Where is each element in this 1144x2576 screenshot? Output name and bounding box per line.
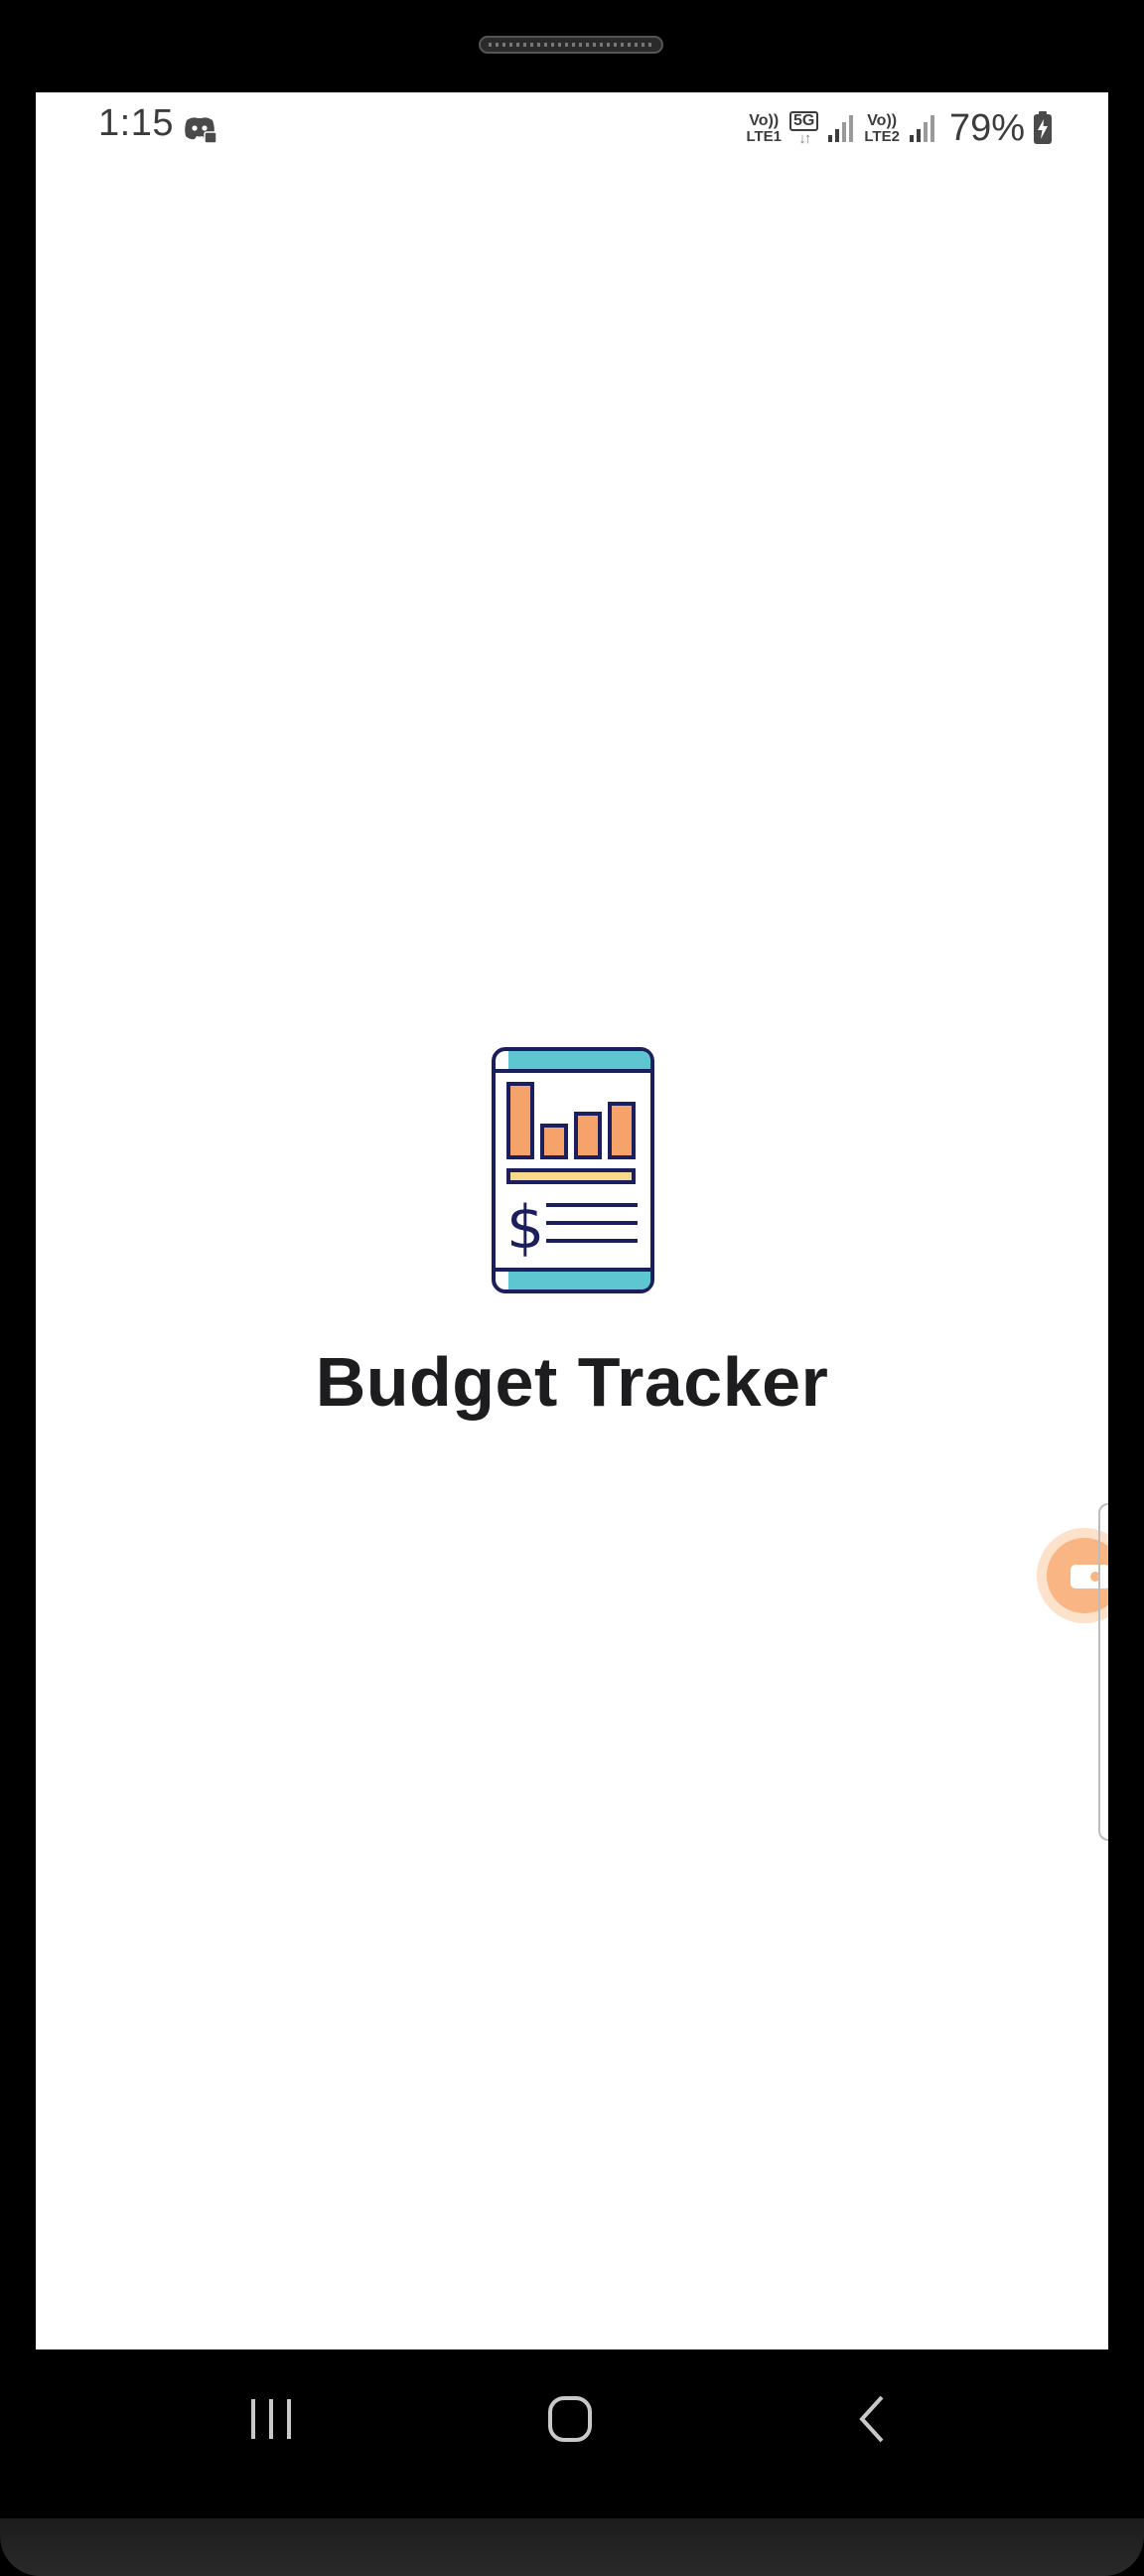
sim2-signal-icon <box>908 113 937 143</box>
status-bar: 1:15 Vo)) LTE1 5G ↓↑ Vo)) LTE2 79% <box>36 92 1108 164</box>
back-icon <box>859 2395 884 2443</box>
battery-percent: 79% <box>948 106 1025 149</box>
recents-icon <box>251 2399 291 2439</box>
navigation-bar <box>0 2349 1144 2489</box>
home-button[interactable] <box>530 2389 610 2449</box>
sim1-volte-indicator: Vo)) LTE1 <box>746 111 783 145</box>
home-icon <box>548 2396 592 2442</box>
bottom-bezel <box>0 2518 1144 2576</box>
speaker-grille <box>479 36 663 54</box>
budget-report-phone-icon: $ <box>491 1046 655 1294</box>
5g-indicator: 5G ↓↑ <box>789 110 819 147</box>
sim2-volte-indicator: Vo)) LTE2 <box>864 111 900 145</box>
edge-panel-handle[interactable] <box>1098 1503 1108 1841</box>
sim1-lte-label: LTE1 <box>746 127 783 145</box>
discord-notification-icon <box>183 114 217 144</box>
back-button[interactable] <box>832 2389 912 2449</box>
recents-button[interactable] <box>231 2389 311 2449</box>
status-icons: Vo)) LTE1 5G ↓↑ Vo)) LTE2 79% <box>746 106 1053 150</box>
network-type-label: 5G <box>789 110 819 131</box>
status-time: 1:15 <box>98 102 174 144</box>
battery-charging-icon <box>1033 111 1053 145</box>
sim1-signal-icon <box>826 113 856 143</box>
sim2-lte-label: LTE2 <box>864 127 900 145</box>
app-title: Budget Tracker <box>315 1343 829 1421</box>
svg-text:$: $ <box>506 1193 544 1263</box>
sim1-volte-label: Vo)) <box>749 111 780 129</box>
data-activity-arrows: ↓↑ <box>798 129 811 147</box>
phone-frame: 1:15 Vo)) LTE1 5G ↓↑ Vo)) LTE2 79% $ Bud… <box>0 0 1144 2576</box>
screen: 1:15 Vo)) LTE1 5G ↓↑ Vo)) LTE2 79% $ Bud… <box>36 92 1108 2349</box>
sim2-volte-label: Vo)) <box>867 111 898 129</box>
